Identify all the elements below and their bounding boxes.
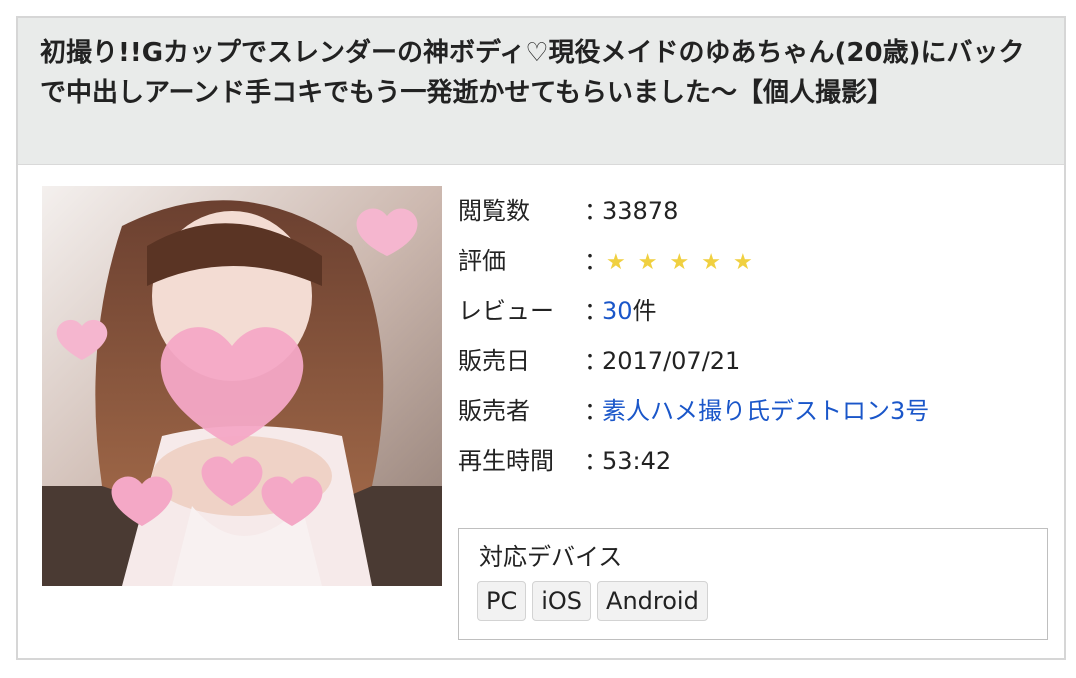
supported-devices-title: 対応デバイス	[479, 543, 623, 571]
views-row: 閲覧数 ： 33878	[458, 193, 1018, 243]
rating-label: 評価	[458, 247, 506, 275]
product-card: 初撮り!!Gカップでスレンダーの神ボディ♡現役メイドのゆあちゃん(20歳)にバッ…	[16, 16, 1066, 660]
device-tag-android: Android	[597, 581, 708, 621]
rating-stars: ★ ★ ★ ★ ★	[606, 248, 753, 278]
product-details: 閲覧数 ： 33878 評価 ： ★ ★ ★ ★ ★ レビュー ： 30件 販売日 ： …	[458, 193, 1018, 493]
seller-link[interactable]: 素人ハメ撮り氏デストロン3号	[602, 397, 929, 425]
seller-label: 販売者	[458, 397, 530, 425]
star-icon: ★	[669, 250, 690, 275]
title-bar: 初撮り!!Gカップでスレンダーの神ボディ♡現役メイドのゆあちゃん(20歳)にバッ…	[18, 18, 1064, 165]
product-thumbnail[interactable]	[42, 186, 442, 586]
duration-value: 53:42	[602, 447, 672, 475]
separator: ：	[584, 247, 608, 275]
duration-row: 再生時間 ： 53:42	[458, 443, 1018, 493]
reviews-label: レビュー	[458, 297, 554, 325]
reviews-row: レビュー ： 30件	[458, 293, 1018, 343]
device-tag-pc: PC	[477, 581, 527, 621]
release-label: 販売日	[458, 347, 530, 375]
star-icon: ★	[606, 250, 626, 275]
seller-row: 販売者 ： 素人ハメ撮り氏デストロン3号	[458, 393, 1018, 443]
star-icon: ★	[637, 250, 658, 275]
device-tag-ios: iOS	[532, 581, 592, 621]
release-row: 販売日 ： 2017/07/21	[458, 343, 1018, 393]
views-label: 閲覧数	[458, 197, 530, 225]
reviews-count-link[interactable]: 30	[602, 297, 633, 325]
device-tags: PC iOS Android	[477, 581, 1047, 621]
thumbnail-image	[42, 186, 442, 586]
reviews-value: 30件	[602, 293, 657, 329]
rating-row: 評価 ： ★ ★ ★ ★ ★	[458, 243, 1018, 293]
release-value: 2017/07/21	[602, 347, 741, 375]
reviews-unit: 件	[632, 297, 657, 325]
star-icon: ★	[701, 250, 721, 275]
supported-devices-box: 対応デバイス PC iOS Android	[458, 528, 1048, 640]
views-value: 33878	[602, 197, 679, 225]
star-icon: ★	[732, 250, 753, 275]
duration-label: 再生時間	[458, 447, 554, 475]
product-title[interactable]: 初撮り!!Gカップでスレンダーの神ボディ♡現役メイドのゆあちゃん(20歳)にバッ…	[40, 33, 1046, 113]
seller-value: 素人ハメ撮り氏デストロン3号	[602, 393, 929, 429]
